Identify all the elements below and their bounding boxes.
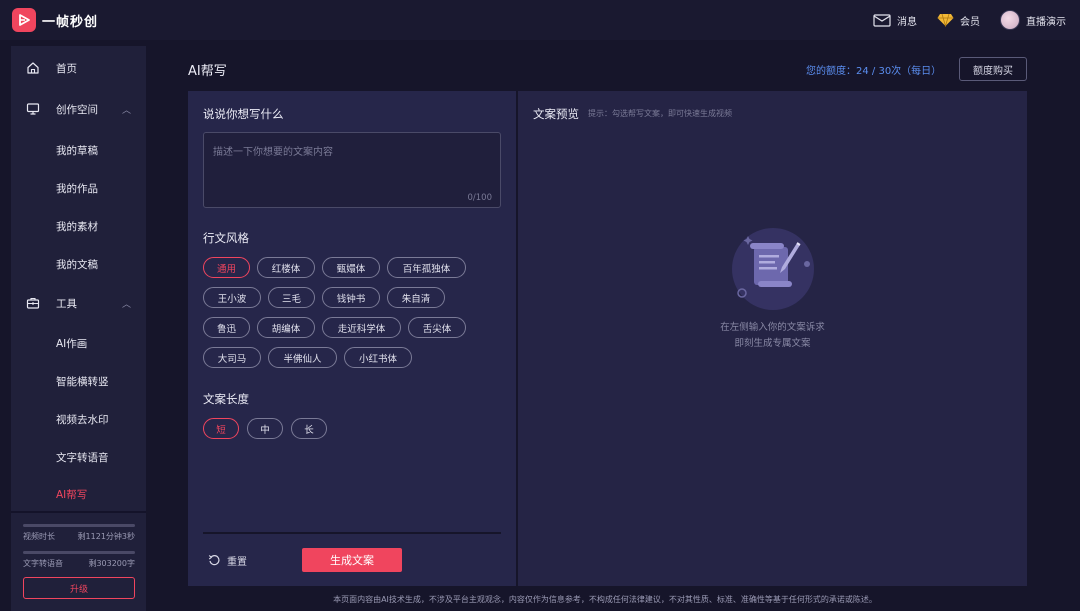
sidebar-item-label: 视频去水印 xyxy=(56,413,109,426)
style-chip-general[interactable]: 通用 xyxy=(203,257,250,278)
buy-quota-button[interactable]: 额度购买 xyxy=(959,57,1027,81)
style-chip-xiaohongshu[interactable]: 小红书体 xyxy=(344,347,412,368)
style-chip-luxun[interactable]: 鲁迅 xyxy=(203,317,250,338)
video-quota-value: 剩1121分钟3秒 xyxy=(77,532,135,541)
diamond-icon xyxy=(937,13,954,27)
sidebar-item-home[interactable]: 首页 xyxy=(11,54,146,82)
style-chip-banfo[interactable]: 半佛仙人 xyxy=(268,347,337,368)
sidebar-item-text-to-speech[interactable]: 文字转语音 xyxy=(11,443,146,471)
video-quota-label: 视频时长 xyxy=(23,532,55,541)
style-chip-hundred-years[interactable]: 百年孤独体 xyxy=(387,257,466,278)
app-name: 一帧秒创 xyxy=(42,15,99,30)
sidebar-item-label: 我的文稿 xyxy=(56,258,98,271)
empty-state-text: 在左侧输入你的文案诉求 即刻生成专属文案 xyxy=(518,320,1027,352)
chevron-up-icon[interactable]: ︿ xyxy=(122,297,131,310)
sidebar-divider xyxy=(11,511,146,513)
page-title: AI帮写 xyxy=(188,64,227,79)
app-logo-icon[interactable] xyxy=(12,8,36,32)
sidebar-item-label: 我的草稿 xyxy=(56,144,98,157)
sidebar-item-label: 我的素材 xyxy=(56,220,98,233)
preview-title: 文案预览 xyxy=(533,107,579,121)
sidebar-item-label: 我的作品 xyxy=(56,182,98,195)
top-bar: 一帧秒创 消息 会员 直播演示 xyxy=(0,0,1080,40)
length-chip-medium[interactable]: 中 xyxy=(247,418,283,439)
style-chip-sanmao[interactable]: 三毛 xyxy=(268,287,315,308)
sidebar-item-ai-writing[interactable]: AI帮写 xyxy=(11,480,146,508)
ai-disclaimer: 本页面内容由AI技术生成，不涉及平台主观观念，内容仅作为信息参考，不构成任何法律… xyxy=(333,595,877,604)
style-chip-honglou[interactable]: 红楼体 xyxy=(257,257,315,278)
sidebar-item-remove-watermark[interactable]: 视频去水印 xyxy=(11,405,146,433)
home-icon xyxy=(27,62,39,74)
reset-button[interactable]: 重置 xyxy=(208,553,247,568)
style-chip-approaching-science[interactable]: 走近科学体 xyxy=(322,317,401,338)
style-chip-wang-xiaobo[interactable]: 王小波 xyxy=(203,287,261,308)
top-actions: 消息 会员 直播演示 xyxy=(873,0,1066,40)
length-chip-long[interactable]: 长 xyxy=(291,418,327,439)
reset-label: 重置 xyxy=(227,557,247,568)
style-label: 行文风格 xyxy=(203,231,249,245)
monitor-icon xyxy=(26,103,40,115)
empty-document-icon xyxy=(732,228,814,310)
style-chip-qian-zhongshu[interactable]: 钱钟书 xyxy=(322,287,380,308)
prompt-label: 说说你想写什么 xyxy=(203,107,284,121)
tts-quota-label: 文字转语音 xyxy=(23,559,63,568)
sidebar-item-label: AI作画 xyxy=(56,337,88,350)
sidebar-item-landscape-to-portrait[interactable]: 智能横转竖 xyxy=(11,367,146,395)
prompt-placeholder: 描述一下你想要的文案内容 xyxy=(213,147,333,158)
length-chip-short[interactable]: 短 xyxy=(203,418,239,439)
prompt-char-count: 0/100 xyxy=(467,193,493,203)
preview-hint: 提示：勾选帮写文案，即可快速生成视频 xyxy=(588,109,732,118)
chevron-up-icon[interactable]: ︿ xyxy=(122,103,131,116)
sidebar-item-label: 文字转语音 xyxy=(56,451,109,464)
sidebar-item-materials[interactable]: 我的素材 xyxy=(11,212,146,240)
sidebar: 首页 创作空间 ︿ 我的草稿 我的作品 我的素材 我的文稿 工具 ︿ AI作画 … xyxy=(11,46,146,611)
style-chip-dasima[interactable]: 大司马 xyxy=(203,347,261,368)
sidebar-item-label: 工具 xyxy=(56,297,77,310)
member-label: 会员 xyxy=(960,16,980,28)
empty-state-line1: 在左侧输入你的文案诉求 xyxy=(720,322,825,333)
length-label: 文案长度 xyxy=(203,392,249,406)
member-button[interactable]: 会员 xyxy=(937,13,980,28)
video-quota: 视频时长 剩1121分钟3秒 xyxy=(23,524,135,542)
daily-quota-text: 您的额度：24 / 30次（每日） xyxy=(806,66,942,77)
sidebar-item-label: 创作空间 xyxy=(56,103,98,116)
avatar[interactable] xyxy=(1000,10,1020,30)
messages-label: 消息 xyxy=(897,16,917,28)
toolbox-icon xyxy=(26,297,40,309)
tts-quota-bar xyxy=(23,551,135,554)
style-chip-zhenhuan[interactable]: 甄嬛体 xyxy=(322,257,380,278)
mail-icon xyxy=(873,13,891,27)
prompt-input[interactable]: 描述一下你想要的文案内容 0/100 xyxy=(203,132,501,208)
sidebar-item-label: 智能横转竖 xyxy=(56,375,109,388)
style-chip-tip-of-tongue[interactable]: 舌尖体 xyxy=(408,317,466,338)
user-menu[interactable]: 直播演示 xyxy=(1000,10,1066,30)
panel-divider xyxy=(203,532,501,534)
sidebar-item-manuscripts[interactable]: 我的文稿 xyxy=(11,250,146,278)
writing-form-panel: 说说你想写什么 描述一下你想要的文案内容 0/100 行文风格 通用 红楼体 甄… xyxy=(188,91,516,586)
preview-panel: 文案预览 提示：勾选帮写文案，即可快速生成视频 在左侧输入你的文案诉求 即刻生成… xyxy=(518,91,1027,586)
sidebar-item-creative-space[interactable]: 创作空间 ︿ xyxy=(11,95,146,123)
sidebar-item-tools[interactable]: 工具 ︿ xyxy=(11,289,146,317)
sidebar-item-label: 首页 xyxy=(56,62,77,75)
empty-state-line2: 即刻生成专属文案 xyxy=(734,338,811,349)
video-quota-bar xyxy=(23,524,135,527)
tts-quota-value: 剩303200字 xyxy=(88,559,135,568)
sidebar-item-works[interactable]: 我的作品 xyxy=(11,174,146,202)
style-chip-hubian[interactable]: 胡编体 xyxy=(257,317,315,338)
generate-button[interactable]: 生成文案 xyxy=(302,548,402,572)
tts-quota: 文字转语音 剩303200字 xyxy=(23,551,135,569)
messages-button[interactable]: 消息 xyxy=(873,13,917,28)
sidebar-item-drafts[interactable]: 我的草稿 xyxy=(11,136,146,164)
user-name: 直播演示 xyxy=(1026,16,1066,28)
sidebar-item-ai-painting[interactable]: AI作画 xyxy=(11,329,146,357)
style-chip-zhu-ziqing[interactable]: 朱自清 xyxy=(387,287,445,308)
sidebar-item-label: AI帮写 xyxy=(56,488,88,501)
reset-icon xyxy=(208,555,220,566)
